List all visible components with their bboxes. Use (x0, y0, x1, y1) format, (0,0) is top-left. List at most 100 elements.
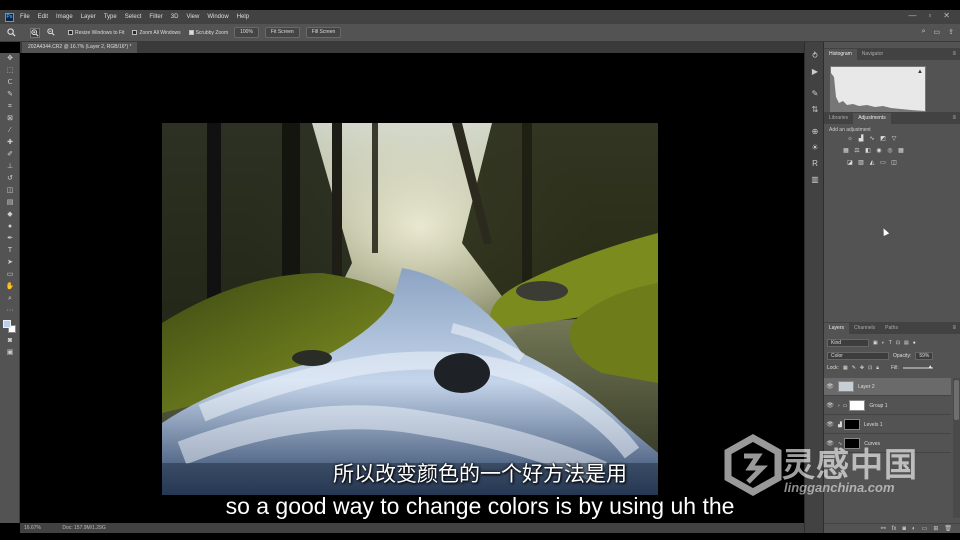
filter-adjustment-icon[interactable]: ◐ (882, 340, 885, 346)
screen-mode-icon[interactable]: ▣ (0, 347, 20, 359)
search-icon[interactable]: ⌕ (922, 28, 926, 36)
more-tools-icon[interactable]: ··· (0, 305, 20, 317)
layer-name[interactable]: Layer 2 (858, 384, 875, 390)
type-tool-icon[interactable]: T (0, 245, 20, 257)
menu-layer[interactable]: Layer (81, 14, 96, 20)
exposure-icon[interactable]: ◩ (879, 136, 887, 143)
color-balance-icon[interactable]: ⚖ (853, 148, 861, 155)
vibrance-icon[interactable]: ▽ (890, 136, 898, 143)
tab-adjustments[interactable]: Adjustments (853, 113, 891, 124)
lasso-tool-icon[interactable]: ᑕ (0, 77, 20, 89)
crop-tool-icon[interactable]: ⌗ (0, 101, 20, 113)
dodge-tool-icon[interactable]: ● (0, 221, 20, 233)
tab-libraries[interactable]: Libraries (824, 113, 853, 124)
healing-brush-tool-icon[interactable]: ✚ (0, 137, 20, 149)
filter-pixel-icon[interactable]: ▣ (873, 340, 878, 346)
photo-filter-icon[interactable]: ◉ (875, 148, 883, 155)
brightness-contrast-icon[interactable]: ☼ (846, 136, 854, 143)
tab-navigator[interactable]: Navigator (857, 49, 888, 60)
fill-slider-knob[interactable]: ▲ (928, 364, 933, 370)
kind-filter-select[interactable]: Kind (827, 339, 869, 347)
menu-file[interactable]: File (20, 14, 30, 20)
threshold-icon[interactable]: ◭ (868, 160, 876, 167)
layer-row[interactable]: 👁︎ › ▭ Group 1 (824, 397, 951, 415)
zoom-level[interactable]: 16.67% (24, 525, 41, 531)
eraser-tool-icon[interactable]: ◫ (0, 185, 20, 197)
panel-menu-icon[interactable]: ≡ (952, 323, 956, 334)
workspace-icon[interactable]: ▭ (934, 28, 941, 36)
selective-color-icon[interactable]: ◫ (890, 160, 898, 167)
expand-arrow-icon[interactable]: › (838, 403, 840, 409)
character-icon[interactable]: R (805, 156, 825, 172)
gradient-tool-icon[interactable]: ▤ (0, 197, 20, 209)
actions-play-icon[interactable]: ▶ (805, 64, 825, 80)
fit-screen-button[interactable]: Fit Screen (264, 27, 300, 38)
lock-position-icon[interactable]: ✥ (860, 365, 864, 371)
properties-icon[interactable]: ☀ (805, 140, 825, 156)
fx-icon[interactable]: fx (892, 524, 897, 533)
quick-select-tool-icon[interactable]: ✎ (0, 89, 20, 101)
delete-layer-icon[interactable]: 🗑︎ (944, 524, 952, 533)
layers-scroll-thumb[interactable] (954, 380, 959, 420)
black-white-icon[interactable]: ◧ (864, 148, 872, 155)
new-group-icon[interactable]: ▭ (922, 524, 928, 533)
tab-layers[interactable]: Layers (824, 323, 850, 334)
tab-histogram[interactable]: Histogram (824, 49, 857, 60)
paragraph-icon[interactable]: ▥ (805, 172, 825, 188)
new-layer-icon[interactable]: ⊞ (933, 524, 938, 533)
panel-menu-icon[interactable]: ≡ (952, 113, 956, 124)
posterize-icon[interactable]: ▨ (857, 160, 865, 167)
lock-pixels-icon[interactable]: ▦ (843, 365, 848, 371)
layer-row[interactable]: 👁︎ Layer 2 (824, 378, 951, 396)
hue-saturation-icon[interactable]: ▦ (842, 148, 850, 155)
menu-image[interactable]: Image (56, 14, 73, 20)
opacity-input[interactable]: 59% (915, 352, 934, 360)
menu-view[interactable]: View (186, 14, 199, 20)
zoom-all-windows-box[interactable] (132, 30, 138, 35)
clone-source-icon[interactable]: ⊕ (805, 124, 825, 140)
filter-toggle-icon[interactable]: ● (913, 340, 916, 346)
shape-tool-icon[interactable]: ▭ (0, 269, 20, 281)
hand-tool-icon[interactable]: ✋ (0, 281, 20, 293)
clone-stamp-tool-icon[interactable]: ⊥ (0, 161, 20, 173)
filter-type-icon[interactable]: T (889, 340, 892, 346)
menu-type[interactable]: Type (104, 14, 117, 20)
history-icon[interactable]: ⥁ (805, 48, 825, 64)
document-tab[interactable]: 202A4344.CR2 @ 16.7% (Layer 2, RGB/16*) … (22, 42, 138, 53)
fill-screen-button[interactable]: Fill Screen (305, 27, 342, 38)
zoom-out-icon[interactable] (46, 27, 56, 38)
blur-tool-icon[interactable]: ◆ (0, 209, 20, 221)
minimize-icon[interactable]: — (908, 11, 916, 20)
quick-mask-icon[interactable]: ◙ (0, 335, 20, 347)
channel-mixer-icon[interactable]: ◎ (886, 148, 894, 155)
path-select-tool-icon[interactable]: ➤ (0, 257, 20, 269)
tab-channels[interactable]: Channels (849, 323, 880, 334)
menu-filter[interactable]: Filter (149, 14, 162, 20)
restore-icon[interactable]: ▫ (928, 11, 931, 20)
zoom-tool-sidebar-icon[interactable]: ⌕ (0, 293, 20, 305)
fill-slider[interactable]: ▲ (902, 364, 933, 370)
menu-3d[interactable]: 3D (171, 14, 179, 20)
new-adjustment-icon[interactable]: ◐ (912, 524, 916, 533)
scrubby-zoom-checkbox[interactable]: Scrubby Zoom (188, 30, 228, 36)
lock-all-icon[interactable]: 🔒︎ (876, 365, 879, 371)
menu-edit[interactable]: Edit (38, 14, 48, 20)
zoom-tool-icon[interactable] (6, 27, 16, 38)
foreground-color-swatch[interactable] (3, 320, 11, 328)
visibility-eye-icon[interactable]: 👁︎ (824, 421, 836, 428)
warning-icon[interactable]: ▲ (917, 69, 923, 75)
zoom-100-button[interactable]: 100% (234, 27, 259, 38)
levels-icon[interactable]: ▟ (857, 136, 865, 143)
invert-icon[interactable]: ◪ (846, 160, 854, 167)
brushes-icon[interactable]: ⇅ (805, 102, 825, 118)
zoom-all-windows-checkbox[interactable]: Zoom All Windows (132, 30, 181, 36)
filter-shape-icon[interactable]: ⊡ (896, 340, 900, 346)
lock-paint-icon[interactable]: ✎ (852, 365, 856, 371)
panel-menu-icon[interactable]: ≡ (952, 49, 956, 60)
resize-windows-checkbox[interactable]: Resize Windows to Fit (68, 30, 124, 36)
layer-name[interactable]: Levels 1 (864, 422, 883, 428)
frame-tool-icon[interactable]: ⊠ (0, 113, 20, 125)
brush-settings-icon[interactable]: ✎ (805, 86, 825, 102)
history-brush-tool-icon[interactable]: ↺ (0, 173, 20, 185)
resize-windows-box[interactable] (68, 30, 73, 35)
